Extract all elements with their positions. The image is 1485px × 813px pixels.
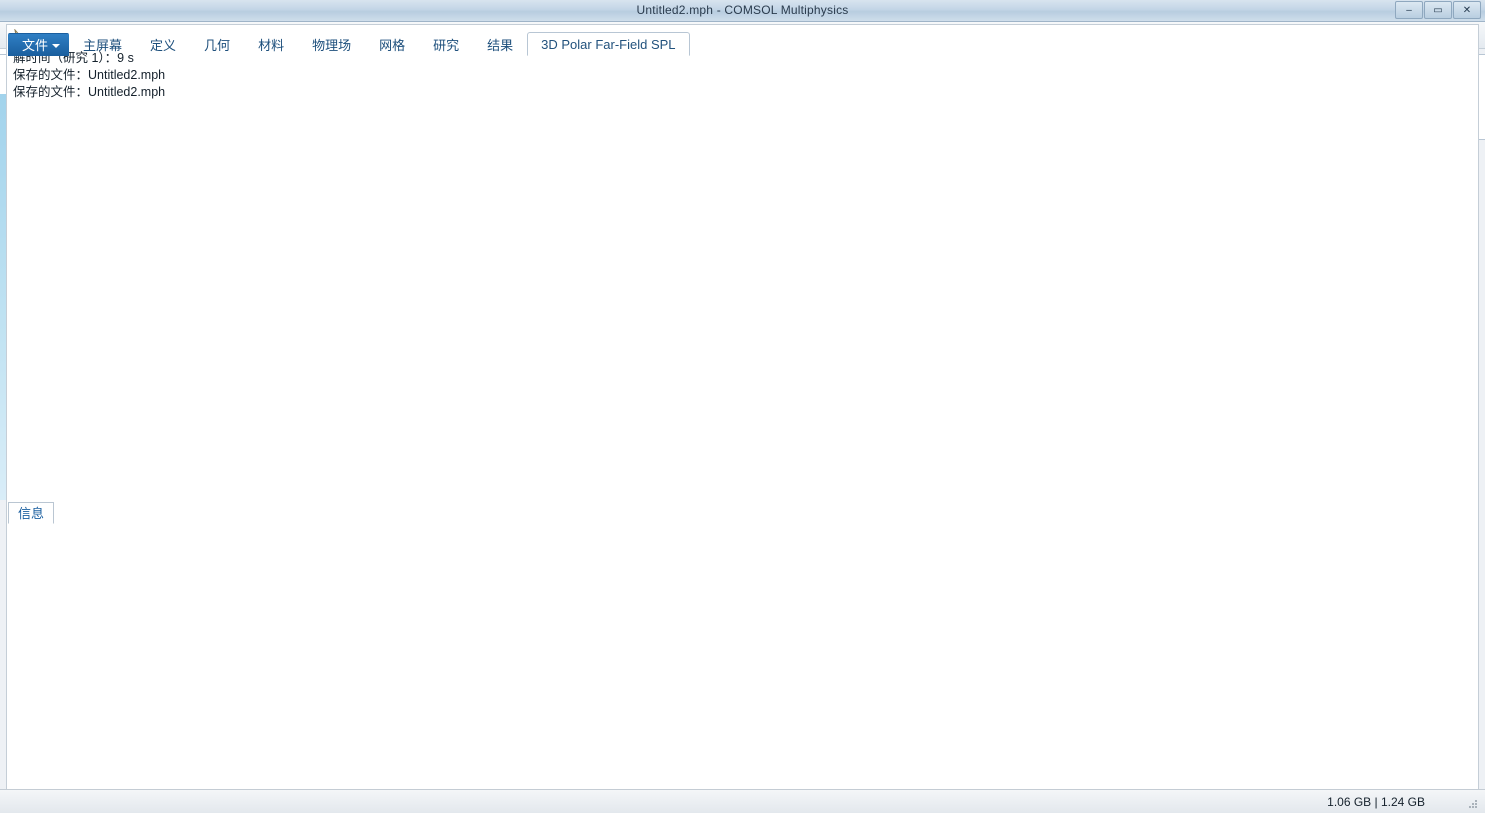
comsol-application-window: Untitled2.mph - COMSOL Multiphysics – ▭ … bbox=[0, 0, 1485, 813]
ribbon-tab-definitions[interactable]: 定义 bbox=[136, 33, 190, 56]
log-tab-messages[interactable]: 信息 bbox=[8, 502, 55, 524]
log-line-2: 保存的文件：Untitled2.mph bbox=[13, 68, 166, 82]
resize-grip-icon[interactable] bbox=[1467, 798, 1479, 810]
log-body[interactable]: 解时间（研究 1）：9 s 保存的文件：Untitled2.mph 保存的文件：… bbox=[6, 24, 1479, 809]
ribbon-tab-plotgroup[interactable]: 3D Polar Far-Field SPL bbox=[527, 32, 690, 56]
ribbon-tab-mesh[interactable]: 网格 bbox=[365, 33, 419, 56]
maximize-button[interactable]: ▭ bbox=[1424, 1, 1452, 19]
ribbon-tab-physics[interactable]: 物理场 bbox=[298, 33, 365, 56]
close-button[interactable]: ✕ bbox=[1453, 1, 1481, 19]
status-bar: 1.06 GB | 1.24 GB bbox=[0, 789, 1485, 813]
ribbon-tab-results[interactable]: 结果 bbox=[473, 33, 527, 56]
ribbon-tab-materials[interactable]: 材料 bbox=[244, 33, 298, 56]
ribbon-tab-geometry[interactable]: 几何 bbox=[190, 33, 244, 56]
log-line-3: 保存的文件：Untitled2.mph bbox=[13, 85, 166, 99]
minimize-button[interactable]: – bbox=[1395, 1, 1423, 19]
window-controls: – ▭ ✕ bbox=[1395, 1, 1481, 19]
ribbon-tab-file[interactable]: 文件 bbox=[8, 33, 70, 56]
title-bar: Untitled2.mph - COMSOL Multiphysics – ▭ … bbox=[0, 0, 1485, 22]
ribbon-tab-home[interactable]: 主屏幕 bbox=[69, 33, 136, 56]
message-log-panel: 信息 进度 日志 表格 解时间（研究 1）：9 s 保存的文件：Untitled… bbox=[0, 24, 1479, 809]
memory-usage-label: 1.06 GB | 1.24 GB bbox=[1327, 794, 1425, 809]
ribbon-tab-bar: 文件 主屏幕 定义 几何 材料 物理场 网格 研究 结果 3D Polar Fa… bbox=[0, 29, 1485, 56]
window-title: Untitled2.mph - COMSOL Multiphysics bbox=[636, 3, 849, 17]
ribbon-tab-study[interactable]: 研究 bbox=[419, 33, 473, 56]
